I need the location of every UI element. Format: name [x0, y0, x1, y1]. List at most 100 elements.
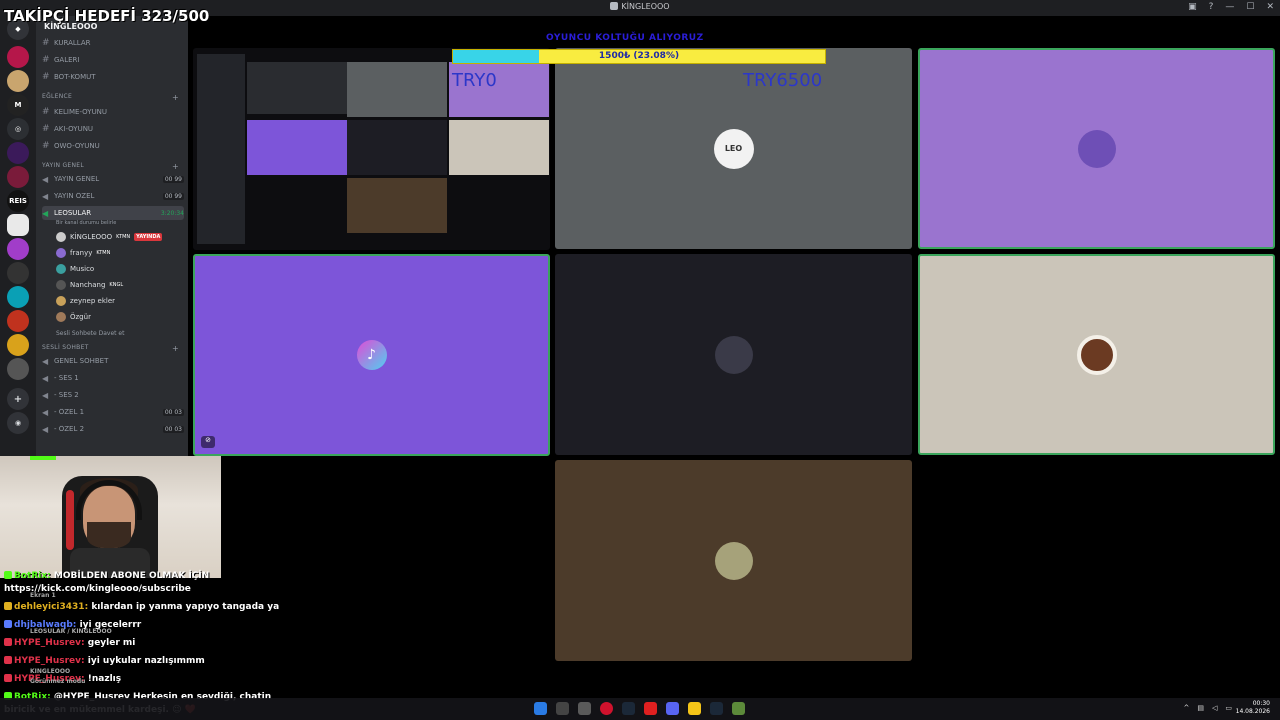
- network-icon[interactable]: ▤: [1197, 704, 1204, 712]
- chat-username[interactable]: dehleyici3431:: [14, 602, 88, 612]
- window-title-text: KİNGLEOOO: [621, 2, 670, 11]
- steam-icon[interactable]: [622, 702, 635, 715]
- chat-text: kılardan ip yanma yapıyo tangada ya: [91, 602, 280, 612]
- chat-username[interactable]: HYPE_Husrev:: [14, 638, 85, 648]
- voice-user[interactable]: KİNGLEOOO KTMN YAYINDA: [56, 230, 163, 244]
- battery-icon[interactable]: ▭: [1225, 704, 1232, 712]
- channel-status[interactable]: Bir kanal durumu belirle: [56, 220, 116, 226]
- server-icon-active[interactable]: [7, 214, 29, 236]
- voice-channel[interactable]: ◀ - SES 2: [42, 388, 184, 402]
- chat-username[interactable]: HYPE_Husrev:: [14, 656, 85, 666]
- channel-item[interactable]: # KELIME-OYUNU: [42, 105, 184, 119]
- channel-item[interactable]: # AKI-OYUNU: [42, 122, 184, 136]
- system-tray: ^ ▤ ◁ ▭: [1183, 704, 1232, 712]
- channel-item[interactable]: # BOT-KOMUT: [42, 70, 184, 84]
- channel-item[interactable]: # GALERI: [42, 53, 184, 67]
- nested-tile: [347, 178, 447, 233]
- chat-text: iyi uykular nazlışımmm: [87, 656, 205, 666]
- voice-channel[interactable]: ◀ - SES 1: [42, 371, 184, 385]
- server-icon-3[interactable]: M: [7, 94, 29, 116]
- server-icon-2[interactable]: [7, 70, 29, 92]
- server-icon-11[interactable]: [7, 286, 29, 308]
- close-button[interactable]: ✕: [1266, 2, 1274, 12]
- user-avatar: [56, 296, 66, 306]
- server-icon-1[interactable]: [7, 46, 29, 68]
- stream-tile-leo[interactable]: LEO: [555, 48, 912, 249]
- add-channel-icon[interactable]: +: [172, 93, 179, 102]
- category-sesli[interactable]: SESLİ SOHBET +: [42, 344, 179, 353]
- invite-to-voice[interactable]: Sesli Sohbete Davet et: [56, 326, 124, 340]
- add-channel-icon[interactable]: +: [172, 344, 179, 353]
- voice-user[interactable]: Musico: [56, 262, 94, 276]
- server-icon-5[interactable]: [7, 142, 29, 164]
- chat-text: MOBİLDEN ABONE OLMAK İÇİN: [53, 571, 210, 581]
- server-icon-10[interactable]: [7, 262, 29, 284]
- stream-tile-musico[interactable]: ♪ ⊘: [193, 254, 550, 456]
- channel-status-row[interactable]: Bir kanal durumu belirle: [56, 218, 188, 227]
- volume-icon[interactable]: ◁: [1212, 704, 1217, 712]
- search-icon[interactable]: [556, 702, 569, 715]
- opera-icon[interactable]: [600, 702, 613, 715]
- add-server-icon[interactable]: +: [7, 388, 29, 410]
- inbox-icon[interactable]: ▣: [1188, 2, 1197, 12]
- server-icon-9[interactable]: [7, 238, 29, 260]
- channel-item[interactable]: # OWO-OYUNU: [42, 139, 184, 153]
- user-tag: KTMN: [96, 250, 111, 256]
- chevron-up-icon[interactable]: ^: [1183, 704, 1189, 712]
- server-icon-4[interactable]: ◎: [7, 118, 29, 140]
- voice-channel[interactable]: ◀ - ÖZEL 1 00 03: [42, 405, 184, 419]
- user-avatar: [56, 264, 66, 274]
- nested-tile: [449, 120, 549, 175]
- voice-user[interactable]: Özgür: [56, 310, 91, 324]
- leo-avatar: LEO: [713, 128, 754, 169]
- channel-label: OWO-OYUNU: [54, 142, 100, 150]
- start-icon[interactable]: [534, 702, 547, 715]
- speaker-icon: ◀: [42, 390, 49, 400]
- server-icon-6[interactable]: [7, 166, 29, 188]
- voice-user[interactable]: Nanchang KNGL: [56, 278, 123, 292]
- voice-channel[interactable]: ◀ GENEL SOHBET: [42, 354, 184, 368]
- server-icon-14[interactable]: [7, 358, 29, 380]
- stream-tile-brown[interactable]: [555, 460, 912, 661]
- voice-user[interactable]: zeynep ekler: [56, 294, 115, 308]
- minimize-button[interactable]: —: [1225, 2, 1234, 12]
- faint-label: Görünmez modu: [30, 678, 86, 685]
- app-icon[interactable]: [732, 702, 745, 715]
- voice-channel[interactable]: ◀ - ÖZEL 2 00 03: [42, 422, 184, 436]
- server-icon-12[interactable]: [7, 310, 29, 332]
- maximize-button[interactable]: ☐: [1246, 2, 1254, 12]
- clock[interactable]: 00:30 14.08.2026: [1236, 700, 1270, 716]
- steam-icon[interactable]: [710, 702, 723, 715]
- help-icon[interactable]: ?: [1209, 2, 1214, 12]
- server-icon-7[interactable]: REIS: [7, 190, 29, 212]
- channel-label: YAYIN GENEL: [54, 175, 100, 183]
- channel-item[interactable]: # KURALLAR: [42, 36, 184, 50]
- speaker-icon: ◀: [42, 424, 49, 434]
- stream-tile-dark[interactable]: [555, 254, 912, 455]
- chat-message: dehleyici3431: kılardan ip yanma yapıyo …: [4, 602, 279, 612]
- chat-message: BotRix: MOBİLDEN ABONE OLMAK İÇİN: [4, 571, 209, 581]
- app-icon[interactable]: [578, 702, 591, 715]
- server-rail: ◆ M ◎ REIS + ◉: [0, 16, 36, 456]
- stream-muted-icon[interactable]: ⊘: [201, 436, 215, 448]
- folder-icon[interactable]: [688, 702, 701, 715]
- channel-label: - SES 2: [54, 391, 79, 399]
- discord-icon[interactable]: [666, 702, 679, 715]
- stream-tile-beige[interactable]: [918, 254, 1275, 455]
- taskbar: ^ ▤ ◁ ▭ 00:30 14.08.2026: [0, 698, 1280, 720]
- voice-user[interactable]: franyy KTMN: [56, 246, 110, 260]
- stream-tile-lilac[interactable]: [918, 48, 1275, 249]
- voice-channel[interactable]: ◀ YAYIN ÖZEL 00 99: [42, 189, 184, 203]
- server-icon-13[interactable]: [7, 334, 29, 356]
- speaker-icon: ◀: [42, 191, 49, 201]
- discover-icon[interactable]: ◉: [7, 412, 29, 434]
- chat-username[interactable]: BotRix:: [14, 571, 51, 581]
- voice-user-name: franyy: [70, 249, 93, 257]
- category-yayin[interactable]: YAYIN GENEL +: [42, 162, 179, 171]
- voice-channel[interactable]: ◀ YAYIN GENEL 00 99: [42, 172, 184, 186]
- chat-badge-icon: [4, 602, 12, 610]
- speaker-icon: ◀: [42, 208, 49, 218]
- app-icon[interactable]: [644, 702, 657, 715]
- add-channel-icon[interactable]: +: [172, 162, 179, 171]
- category-eglence[interactable]: EĞLENCE +: [42, 93, 179, 102]
